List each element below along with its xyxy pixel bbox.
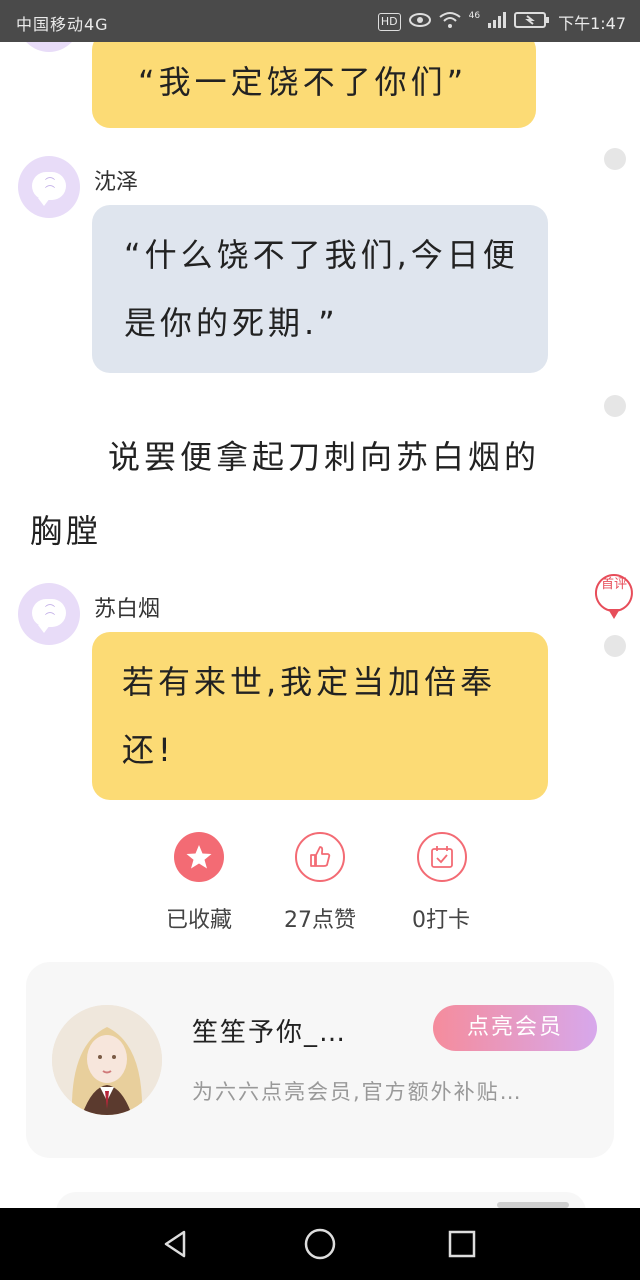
signal-icon (488, 12, 507, 32)
collect-label: 已收藏 (165, 908, 232, 933)
message-text: 若有来世,我定当加倍奉还! (122, 663, 497, 769)
recents-square-icon (448, 1230, 476, 1258)
user-avatar (52, 1005, 162, 1115)
speaker-name: 苏白烟 (94, 597, 161, 622)
carrier-label: 中国移动4G (16, 15, 109, 34)
home-button[interactable] (303, 1227, 337, 1265)
collect-button[interactable] (174, 832, 224, 882)
message-bubble: “我一定饶不了你们” (92, 42, 536, 128)
speaker-avatar: ⌒ ⌒ (18, 583, 80, 645)
hd-icon: HD (377, 13, 401, 31)
checkin-count-label: 0打卡 (412, 908, 470, 933)
home-circle-icon (304, 1228, 336, 1260)
thumbs-up-icon (310, 846, 331, 867)
like-count-label: 27点赞 (284, 908, 356, 933)
clock-label: 下午1:47 (558, 14, 626, 33)
paragraph-comment-dot[interactable] (604, 148, 626, 170)
user-name: 笙笙予你_… (192, 1018, 348, 1048)
speaker-avatar: ⌒ ⌒ (18, 156, 80, 218)
message-text: “什么饶不了我们,今日便是你的死期.” (124, 236, 519, 342)
message-text: “我一定饶不了你们” (138, 63, 468, 101)
battery-icon (514, 11, 550, 33)
speaker-avatar (18, 42, 80, 52)
network-type-label: 46 (468, 11, 481, 21)
star-icon (186, 845, 212, 869)
first-comment-badge[interactable]: 首评 (594, 573, 634, 619)
like-button[interactable] (295, 832, 345, 882)
story-content[interactable]: “我一定饶不了你们” ⌒ ⌒ 沈泽 “什么饶不了我们,今日便是你的死期.” 说罢… (0, 42, 640, 1208)
message-bubble: “什么饶不了我们,今日便是你的死期.” (92, 205, 548, 373)
checkin-button[interactable] (417, 832, 467, 882)
recents-button[interactable] (447, 1229, 477, 1263)
calendar-check-icon (431, 846, 453, 868)
eye-icon (408, 12, 431, 32)
system-nav-bar (0, 1208, 640, 1280)
message-bubble: 若有来世,我定当加倍奉还! (92, 632, 548, 800)
back-button[interactable] (160, 1228, 192, 1264)
promo-description: 为六六点亮会员,官方额外补贴… (192, 1080, 523, 1104)
speaker-name: 沈泽 (94, 170, 139, 195)
wifi-icon (438, 11, 461, 33)
back-triangle-icon (164, 1230, 186, 1258)
narration-text: 说罢便拿起刀刺向苏白烟的胸膛 (30, 438, 541, 550)
paragraph-comment-dot[interactable] (604, 635, 626, 657)
member-promo-card[interactable]: 笙笙予你_… 为六六点亮会员,官方额外补贴… 点亮会员 (26, 962, 614, 1158)
status-bar: 中国移动4G HD 46 下午1:47 (0, 0, 640, 42)
activate-membership-button[interactable]: 点亮会员 (433, 1005, 597, 1051)
first-comment-label: 首评 (600, 577, 627, 592)
paragraph-comment-dot[interactable] (604, 395, 626, 417)
